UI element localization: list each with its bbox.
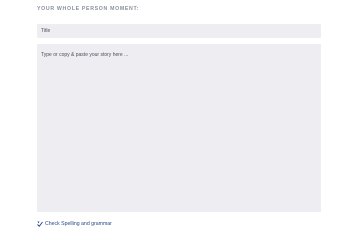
story-form: YOUR WHOLE PERSON MOMENT: Check Spelling… (0, 0, 360, 240)
title-input[interactable] (37, 24, 321, 38)
check-spelling-label: Check Spelling and grammar (45, 221, 112, 227)
section-heading: YOUR WHOLE PERSON MOMENT: (37, 6, 140, 12)
story-textarea[interactable] (37, 44, 321, 212)
check-spelling-link[interactable]: Check Spelling and grammar (37, 221, 112, 227)
spellcheck-icon (37, 221, 43, 227)
